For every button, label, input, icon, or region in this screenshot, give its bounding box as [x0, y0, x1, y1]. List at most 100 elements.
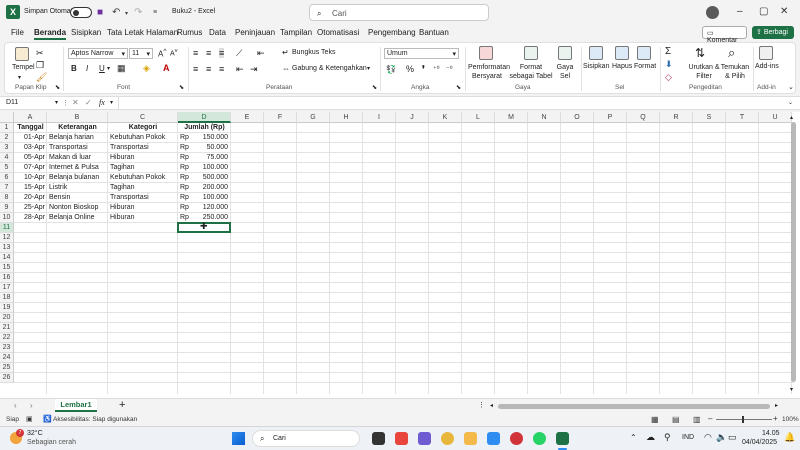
row-header[interactable]: 5 — [0, 163, 14, 173]
amount-cell[interactable]: 150.000 — [192, 133, 228, 143]
delete-cells-icon[interactable] — [615, 46, 629, 60]
row-header[interactable]: 14 — [0, 253, 14, 263]
category-cell[interactable]: Transportasi — [110, 143, 178, 153]
addins-icon[interactable] — [759, 46, 773, 60]
row-header[interactable]: 19 — [0, 303, 14, 313]
comment-button[interactable]: ▭ Komentar — [702, 26, 747, 44]
horizontal-scrollbar[interactable] — [498, 404, 770, 409]
description-cell[interactable]: Bensin — [49, 193, 108, 203]
percent-icon[interactable]: % — [406, 64, 414, 74]
spreadsheet-grid[interactable]: 1 2 3 4 5 6 7 8 9 10 11 12 13 14 15 16 17 18 19 20 21 22 23 24 2… — [0, 112, 800, 398]
category-cell[interactable]: Tagihan — [110, 163, 178, 173]
row-header[interactable]: 23 — [0, 343, 14, 353]
paste-dropdown-icon[interactable]: ▾ — [18, 74, 21, 81]
wrap-text-button[interactable]: Bungkus Teks — [292, 49, 335, 56]
bold-button[interactable]: B — [71, 64, 77, 73]
row-header[interactable]: 6 — [0, 173, 14, 183]
chrome-profile-icon[interactable] — [510, 432, 523, 445]
table-header-cell[interactable]: Kategori — [108, 123, 178, 133]
share-button[interactable]: ⇪ Berbagi — [752, 26, 794, 39]
date-cell[interactable]: 01-Apr — [14, 133, 45, 143]
conditional-format-button[interactable]: Pemformatan Bersyarat — [468, 63, 510, 81]
category-cell[interactable]: Kebutuhan Pokok — [110, 173, 178, 183]
category-cell[interactable]: Hiburan — [110, 213, 178, 223]
description-cell[interactable]: Belanja harian — [49, 133, 108, 143]
excel-taskbar-icon[interactable] — [556, 432, 569, 445]
redo-icon[interactable]: ↷ — [134, 7, 142, 18]
menu-data[interactable]: Data — [209, 28, 226, 37]
align-bottom-icon[interactable]: ≡ — [219, 48, 225, 58]
sheet-tab-lembar1[interactable]: Lembar1 — [55, 399, 97, 412]
vertical-scrollbar[interactable] — [791, 122, 796, 382]
row-header[interactable]: 10 — [0, 213, 14, 223]
row-header[interactable]: 7 — [0, 183, 14, 193]
decrease-indent-icon[interactable]: ⇤ — [236, 64, 244, 75]
number-format-combo[interactable]: Umum ▾ — [384, 48, 459, 59]
select-all-corner[interactable] — [0, 112, 14, 123]
zoom-slider[interactable] — [716, 419, 772, 420]
date-cell[interactable]: 07-Apr — [14, 163, 45, 173]
app-icon-1[interactable] — [395, 432, 408, 445]
column-header[interactable]: D — [178, 112, 231, 123]
macro-record-icon[interactable]: ▣ — [26, 415, 33, 423]
borders-icon[interactable]: ▦ — [117, 63, 126, 74]
column-header[interactable]: A — [14, 112, 47, 123]
save-icon[interactable]: ■ — [97, 7, 103, 18]
increase-decimal-icon[interactable]: ⁺⁰ — [433, 65, 440, 73]
date-cell[interactable]: 25-Apr — [14, 203, 45, 213]
copy-icon[interactable]: ❐ — [36, 60, 44, 71]
undo-dropdown-icon[interactable]: ▾ — [125, 10, 128, 17]
underline-dropdown-icon[interactable]: ▾ — [107, 65, 110, 72]
restore-icon[interactable]: ▢ — [759, 6, 768, 17]
row-header[interactable]: 15 — [0, 263, 14, 273]
cell-styles-icon[interactable] — [558, 46, 572, 60]
format-as-table-icon[interactable] — [524, 46, 538, 60]
row-header[interactable]: 4 — [0, 153, 14, 163]
row-header[interactable]: 8 — [0, 193, 14, 203]
weather-temp[interactable]: 32°C — [27, 430, 43, 437]
comma-style-icon[interactable]: ❜ — [422, 64, 425, 75]
row-header[interactable]: 12 — [0, 233, 14, 243]
next-sheet-icon[interactable]: › — [30, 401, 33, 410]
accessibility-icon[interactable]: ♿ — [43, 415, 52, 423]
indent-icon[interactable]: ⇤ — [257, 48, 265, 59]
column-header[interactable]: Q — [627, 112, 660, 123]
column-header[interactable]: N — [528, 112, 561, 123]
column-header[interactable]: O — [561, 112, 594, 123]
row-header[interactable]: 16 — [0, 273, 14, 283]
amount-cell[interactable]: 500.000 — [192, 173, 228, 183]
zoom-in-icon[interactable]: + — [773, 414, 778, 423]
delete-cells-button[interactable]: Hapus — [612, 63, 632, 70]
column-header[interactable]: T — [726, 112, 759, 123]
align-left-icon[interactable]: ≡ — [193, 64, 198, 74]
menu-tampilan[interactable]: Tampilan — [280, 28, 312, 37]
amount-cell[interactable]: 120.000 — [192, 203, 228, 213]
customize-toolbar-icon[interactable]: ≡ — [153, 9, 157, 16]
date-cell[interactable]: 05-Apr — [14, 153, 45, 163]
date-cell[interactable]: 15-Apr — [14, 183, 45, 193]
page-break-view-icon[interactable]: ▥ — [693, 415, 701, 424]
wifi-icon[interactable]: ◠ — [704, 432, 712, 443]
fill-color-icon[interactable]: ◈ — [143, 63, 150, 74]
weather-desc[interactable]: Sebagian cerah — [27, 439, 76, 446]
zoom-out-icon[interactable]: – — [708, 414, 712, 423]
merge-center-icon[interactable]: ⇔ — [282, 64, 290, 73]
autosum-icon[interactable]: Σ — [665, 46, 671, 57]
enter-icon[interactable]: ✓ — [85, 98, 92, 107]
row-header[interactable]: 13 — [0, 243, 14, 253]
align-center-icon[interactable]: ≡ — [206, 64, 211, 74]
orientation-icon[interactable]: ⟋ — [236, 48, 242, 59]
underline-button[interactable]: U — [99, 64, 105, 73]
conditional-format-icon[interactable] — [479, 46, 493, 60]
column-header[interactable]: U — [759, 112, 792, 123]
scroll-down-icon[interactable]: ▾ — [790, 386, 793, 393]
show-hidden-icons-icon[interactable]: ⌃ — [630, 433, 637, 442]
row-header[interactable]: 24 — [0, 353, 14, 363]
description-cell[interactable]: Nonton Bioskop — [49, 203, 108, 213]
decrease-font-icon[interactable]: Av — [170, 48, 178, 57]
minimize-icon[interactable]: – — [737, 6, 743, 17]
insert-cells-button[interactable]: Sisipkan — [583, 63, 609, 70]
table-header-cell[interactable]: Keterangan — [47, 123, 108, 133]
name-box[interactable]: D11 ▾ — [4, 98, 60, 109]
title-search-box[interactable]: ⌕ Cari — [309, 4, 489, 21]
